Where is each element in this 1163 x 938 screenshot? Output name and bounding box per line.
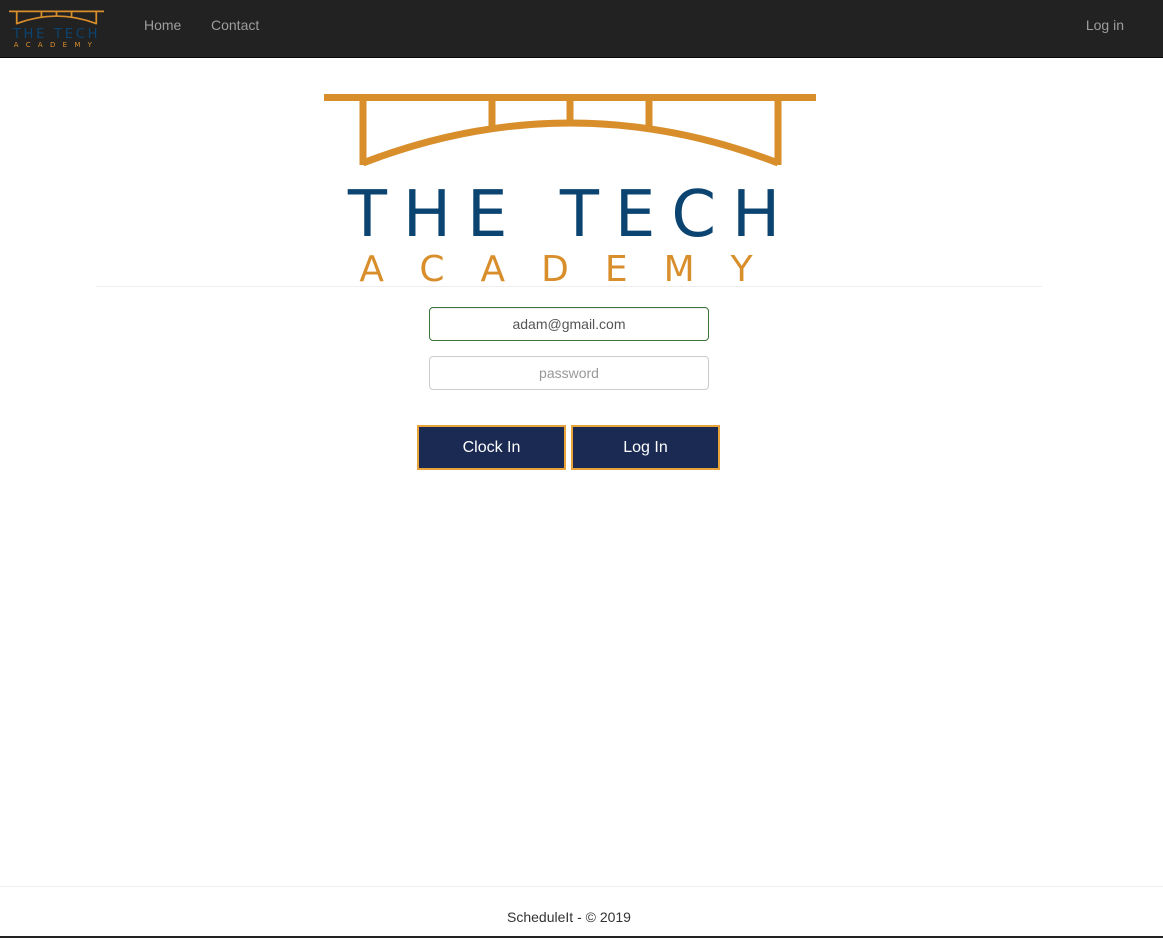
svg-text:THE TECH: THE TECH: [12, 27, 100, 42]
nav-link-contact[interactable]: Contact: [211, 17, 259, 33]
svg-text:ACADEMY: ACADEMY: [14, 41, 100, 48]
footer-copyright: ScheduleIt - © 2019: [507, 909, 631, 925]
nav-link-home[interactable]: Home: [144, 17, 181, 33]
hero-divider: [96, 286, 1042, 287]
top-navbar: THE TECH ACADEMY Home Contact Log in: [0, 0, 1163, 58]
email-input[interactable]: [429, 307, 709, 341]
svg-text:ACADEMY: ACADEMY: [359, 249, 788, 285]
brand-logo[interactable]: THE TECH ACADEMY: [9, 10, 104, 48]
svg-text:THE TECH: THE TECH: [347, 178, 796, 252]
clock-in-button[interactable]: Clock In: [417, 425, 566, 470]
log-in-button[interactable]: Log In: [571, 425, 720, 470]
nav-link-login[interactable]: Log in: [1086, 17, 1124, 33]
footer-divider: [0, 886, 1163, 887]
password-input[interactable]: [429, 356, 709, 390]
hero-logo: THE TECH ACADEMY: [324, 94, 816, 285]
